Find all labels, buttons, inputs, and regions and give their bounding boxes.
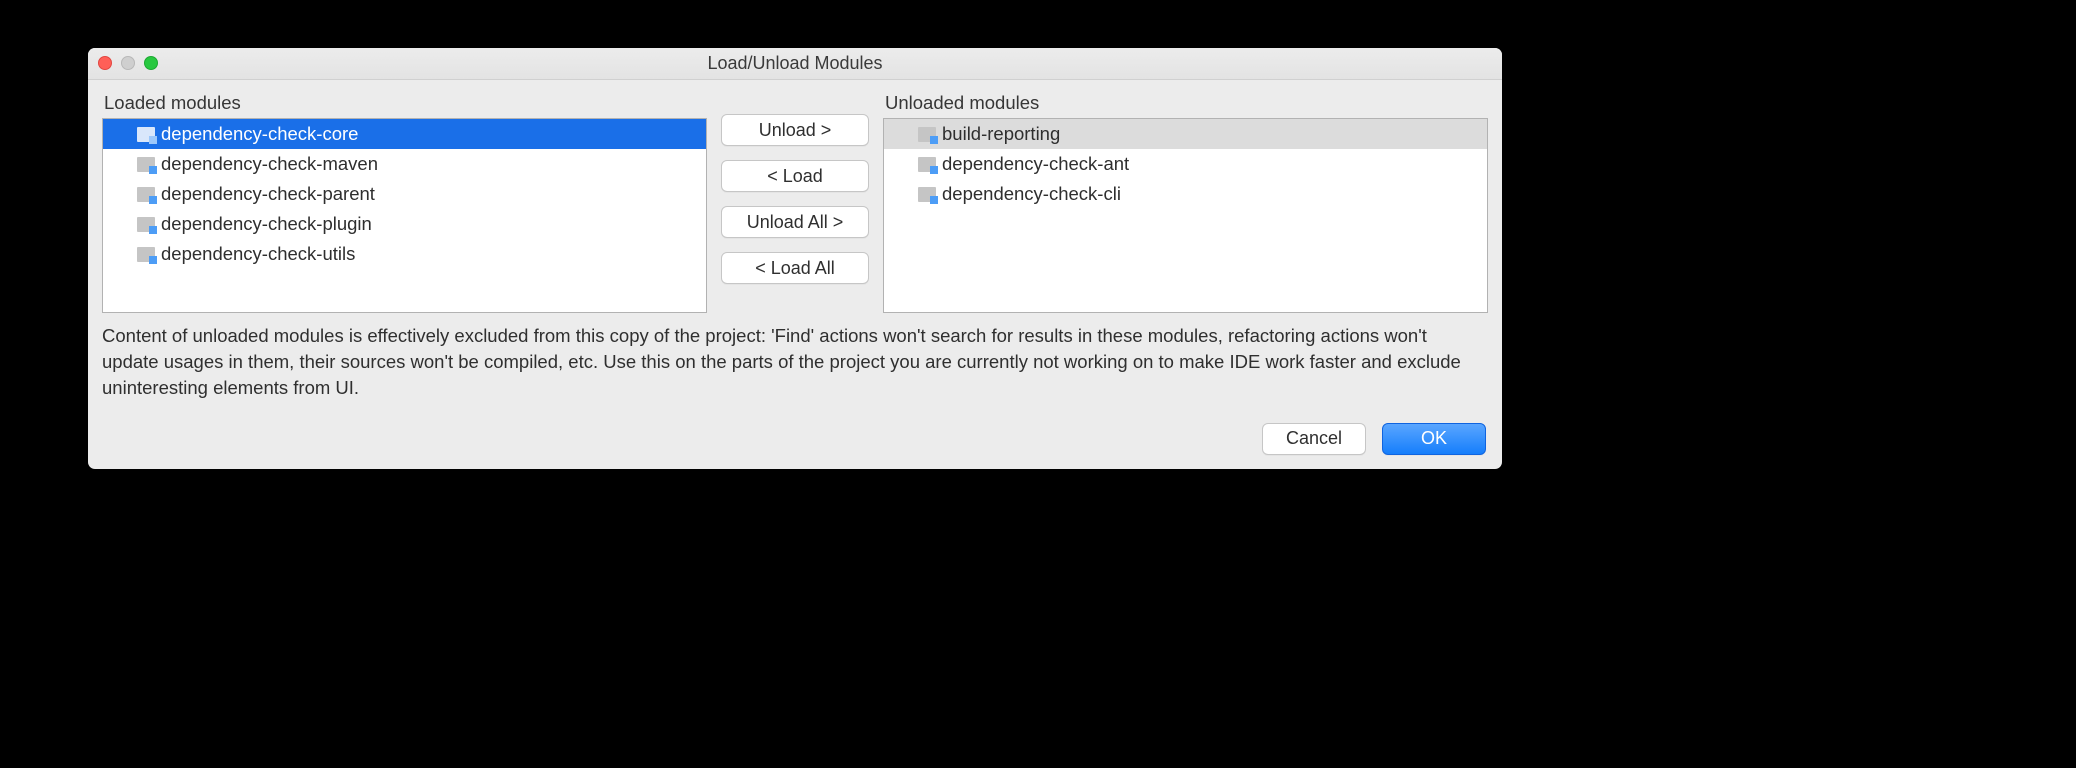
list-item[interactable]: dependency-check-plugin: [103, 209, 706, 239]
list-item-label: dependency-check-utils: [161, 243, 355, 265]
unload-button[interactable]: Unload >: [721, 114, 869, 146]
unloaded-label: Unloaded modules: [885, 92, 1488, 114]
loaded-modules-list[interactable]: dependency-check-core dependency-check-ma…: [102, 118, 707, 313]
list-item[interactable]: dependency-check-maven: [103, 149, 706, 179]
module-folder-icon: [137, 157, 155, 172]
list-item[interactable]: build-reporting: [884, 119, 1487, 149]
list-item-label: build-reporting: [942, 123, 1060, 145]
module-folder-icon: [137, 127, 155, 142]
module-folder-icon: [918, 187, 936, 202]
list-item[interactable]: dependency-check-parent: [103, 179, 706, 209]
load-unload-modules-dialog: Load/Unload Modules Loaded modules depen…: [88, 48, 1502, 469]
window-controls: [98, 56, 158, 70]
load-button[interactable]: < Load: [721, 160, 869, 192]
load-all-button[interactable]: < Load All: [721, 252, 869, 284]
list-item-label: dependency-check-ant: [942, 153, 1129, 175]
module-folder-icon: [137, 217, 155, 232]
dialog-footer: Cancel OK: [102, 423, 1488, 455]
unloaded-modules-list[interactable]: build-reporting dependency-check-ant depen…: [883, 118, 1488, 313]
loaded-label: Loaded modules: [104, 92, 707, 114]
list-item[interactable]: dependency-check-cli: [884, 179, 1487, 209]
module-folder-icon: [137, 187, 155, 202]
module-folder-icon: [918, 157, 936, 172]
unload-all-button[interactable]: Unload All >: [721, 206, 869, 238]
list-item-label: dependency-check-maven: [161, 153, 378, 175]
dialog-title: Load/Unload Modules: [88, 53, 1502, 74]
ok-button[interactable]: OK: [1382, 423, 1486, 455]
list-item-label: dependency-check-plugin: [161, 213, 372, 235]
dialog-content: Loaded modules dependency-check-coredepe…: [88, 80, 1502, 469]
unloaded-column: Unloaded modules build-reporting dependen…: [883, 90, 1488, 313]
list-item-label: dependency-check-cli: [942, 183, 1121, 205]
list-item-label: dependency-check-core: [161, 123, 358, 145]
list-item-label: dependency-check-parent: [161, 183, 375, 205]
description-text: Content of unloaded modules is effective…: [102, 323, 1488, 401]
list-item[interactable]: dependency-check-core: [103, 119, 706, 149]
module-folder-icon: [918, 127, 936, 142]
maximize-icon[interactable]: [144, 56, 158, 70]
cancel-button[interactable]: Cancel: [1262, 423, 1366, 455]
loaded-column: Loaded modules dependency-check-coredepe…: [102, 90, 707, 313]
list-item[interactable]: dependency-check-ant: [884, 149, 1487, 179]
titlebar: Load/Unload Modules: [88, 48, 1502, 80]
transfer-buttons: Unload > < Load Unload All > < Load All: [721, 90, 869, 313]
minimize-icon: [121, 56, 135, 70]
list-item[interactable]: dependency-check-utils: [103, 239, 706, 269]
close-icon[interactable]: [98, 56, 112, 70]
module-folder-icon: [137, 247, 155, 262]
